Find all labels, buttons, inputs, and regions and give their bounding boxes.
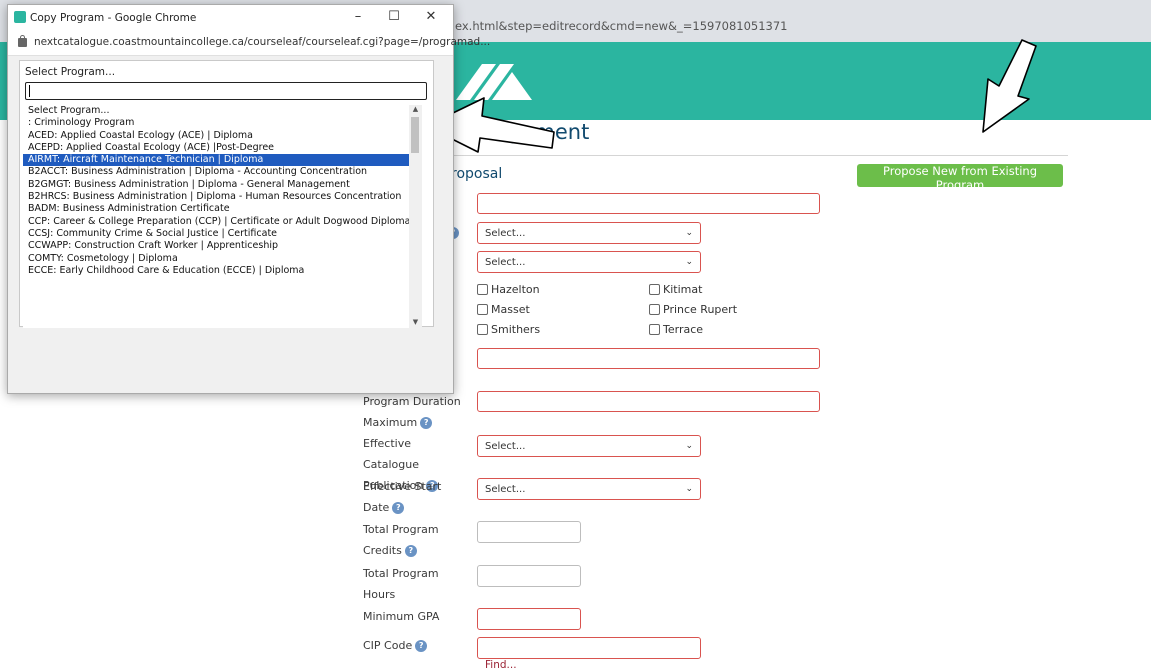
help-icon[interactable]: ? — [415, 640, 428, 652]
checkbox-icon[interactable] — [649, 284, 660, 295]
campus-checkbox-masset[interactable]: Masset — [477, 303, 530, 316]
label-effective-start: Effective Start Date? — [363, 480, 442, 514]
close-button[interactable]: ✕ — [418, 7, 444, 27]
copy-program-popup-window: Copy Program - Google Chrome – ☐ ✕ nextc… — [7, 4, 490, 394]
label-min-gpa: Minimum GPA — [363, 610, 440, 623]
total-hours-input[interactable] — [477, 565, 581, 587]
chevron-down-icon: ⌄ — [685, 228, 693, 238]
annotation-arrow-down-icon — [982, 39, 1037, 133]
campus-checkbox-smithers[interactable]: Smithers — [477, 323, 540, 336]
program-title-input[interactable] — [477, 193, 820, 214]
campus-checkbox-hazelton[interactable]: Hazelton — [477, 283, 540, 296]
maximize-button[interactable]: ☐ — [381, 7, 407, 27]
program-options-list[interactable]: Select Program...: Criminology Program AC… — [23, 105, 409, 328]
select-value: Select... — [485, 441, 526, 452]
section-title: roposal — [451, 166, 503, 182]
select-program-label: Select Program... — [25, 66, 116, 78]
help-icon[interactable]: ? — [420, 417, 433, 429]
program-option[interactable]: ECCE: Early Childhood Care & Education (… — [23, 265, 409, 277]
checkbox-label: Kitimat — [663, 283, 703, 296]
favicon-icon — [14, 11, 26, 23]
text-input[interactable] — [477, 348, 820, 369]
minimize-button[interactable]: – — [345, 7, 371, 27]
program-option[interactable]: B2GMGT: Business Administration | Diplom… — [23, 179, 409, 191]
popup-url[interactable]: nextcatalogue.coastmountaincollege.ca/co… — [34, 36, 490, 48]
program-option[interactable]: ACED: Applied Coastal Ecology (ACE) | Di… — [23, 130, 409, 142]
checkbox-icon[interactable] — [477, 324, 488, 335]
program-select-panel: Select Program... Select Program...: Cri… — [19, 60, 434, 328]
chevron-down-icon: ⌄ — [685, 484, 693, 494]
program-search-input[interactable] — [25, 82, 427, 100]
chevron-down-icon: ⌄ — [685, 257, 693, 267]
scrollbar-thumb[interactable] — [411, 117, 419, 153]
scroll-down-icon[interactable]: ▼ — [409, 318, 422, 328]
program-option[interactable]: AIRMT: Aircraft Maintenance Technician |… — [23, 154, 409, 167]
list-scrollbar[interactable]: ▲ ▼ — [409, 105, 422, 328]
lock-icon[interactable] — [18, 35, 27, 47]
program-option[interactable]: CCSJ: Community Crime & Social Justice |… — [23, 228, 409, 240]
checkbox-icon[interactable] — [649, 304, 660, 315]
checkbox-label: Prince Rupert — [663, 303, 738, 316]
program-option[interactable]: B2HRCS: Business Administration | Diplom… — [23, 191, 409, 203]
total-credits-input[interactable] — [477, 521, 581, 543]
program-option[interactable]: B2ACCT: Business Administration | Diplom… — [23, 166, 409, 178]
scroll-up-icon[interactable]: ▲ — [409, 105, 422, 115]
popup-titlebar[interactable]: Copy Program - Google Chrome – ☐ ✕ — [8, 5, 453, 31]
checkbox-label: Masset — [491, 303, 530, 316]
label-total-credits: Total Program Credits? — [363, 523, 439, 557]
help-icon[interactable]: ? — [404, 545, 417, 557]
find-link[interactable]: Find... — [485, 659, 517, 671]
program-option[interactable]: COMTY: Cosmetology | Diploma — [23, 253, 409, 265]
campus-checkbox-prince-rupert[interactable]: Prince Rupert — [649, 303, 737, 316]
help-icon[interactable]: ? — [392, 502, 405, 514]
checkbox-label: Smithers — [491, 323, 541, 336]
checkbox-label: Hazelton — [491, 283, 540, 296]
checkbox-icon[interactable] — [477, 284, 488, 295]
effective-start-select[interactable]: Select... ⌄ — [477, 478, 701, 500]
checkbox-icon[interactable] — [649, 324, 660, 335]
checkbox-icon[interactable] — [477, 304, 488, 315]
checkbox-label: Terrace — [663, 323, 704, 336]
label-cip-code: CIP Code? — [363, 635, 468, 656]
min-gpa-input[interactable] — [477, 608, 581, 630]
label-duration-max: Program Duration Maximum? — [363, 395, 461, 429]
program-option[interactable]: BADM: Business Administration Certificat… — [23, 203, 409, 215]
select-dropdown-2[interactable]: Select... ⌄ — [477, 251, 701, 273]
cip-code-input[interactable] — [477, 637, 701, 659]
effective-catalogue-select[interactable]: Select... ⌄ — [477, 435, 701, 457]
select-value: Select... — [485, 228, 526, 239]
campus-checkbox-terrace[interactable]: Terrace — [649, 323, 703, 336]
program-option[interactable]: Select Program... — [23, 105, 409, 117]
select-dropdown-1[interactable]: Select... ⌄ — [477, 222, 701, 244]
text-caret — [29, 85, 30, 97]
address-url[interactable]: ex.html&step=editrecord&cmd=new&_=159708… — [455, 19, 788, 33]
campus-checkbox-kitimat[interactable]: Kitimat — [649, 283, 702, 296]
duration-max-input[interactable] — [477, 391, 820, 412]
select-value: Select... — [485, 484, 526, 495]
label-total-hours: Total Program Hours — [363, 567, 439, 601]
program-option[interactable]: CCWAPP: Construction Craft Worker | Appr… — [23, 240, 409, 252]
program-option[interactable]: CCP: Career & College Preparation (CCP) … — [23, 216, 409, 228]
select-value: Select... — [485, 257, 526, 268]
program-option[interactable]: ACEPD: Applied Coastal Ecology (ACE) |Po… — [23, 142, 409, 154]
propose-new-from-existing-button[interactable]: Propose New from Existing Program — [857, 164, 1063, 192]
chevron-down-icon: ⌄ — [685, 441, 693, 451]
divider — [420, 155, 1068, 156]
popup-window-title: Copy Program - Google Chrome — [30, 12, 197, 24]
popup-address-bar: nextcatalogue.coastmountaincollege.ca/co… — [8, 31, 490, 56]
program-option[interactable]: : Criminology Program — [23, 117, 409, 129]
